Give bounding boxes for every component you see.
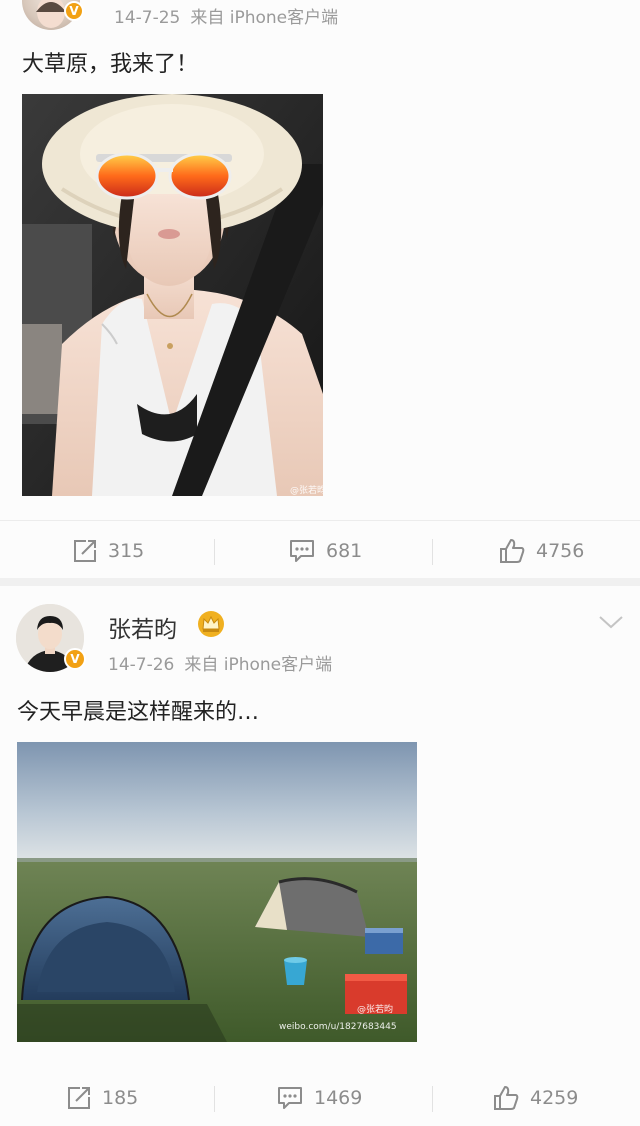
- comment-icon: [290, 540, 314, 562]
- comment-button[interactable]: 1469: [276, 1068, 362, 1126]
- image-watermark: @张若昀: [357, 1005, 394, 1015]
- divider: [214, 539, 215, 565]
- image-watermark: @张若昀: [290, 486, 323, 496]
- comment-count: 681: [326, 540, 363, 562]
- post-meta: 14-7-25 来自 iPhone客户端: [114, 3, 338, 28]
- thumbs-up-icon: [494, 1086, 519, 1110]
- verified-badge-icon: V: [64, 648, 86, 670]
- image-url-watermark: weibo.com/u/1827683445: [279, 1022, 397, 1032]
- comment-button[interactable]: 681: [288, 521, 362, 581]
- thumbs-up-icon: [500, 539, 525, 563]
- repost-button[interactable]: 185: [66, 1068, 138, 1126]
- divider: [214, 1086, 215, 1112]
- repost-button[interactable]: 315: [72, 521, 144, 581]
- chevron-down-icon[interactable]: [598, 614, 624, 630]
- post-card: V 14-7-25 来自 iPhone客户端 大草原，我来了！ @张若昀 315…: [0, 0, 640, 578]
- crown-icon[interactable]: [196, 609, 226, 639]
- post-actions-bar: 185 1469 4259: [0, 1068, 640, 1126]
- repost-icon: [74, 540, 96, 562]
- weibo-feed: V 14-7-25 来自 iPhone客户端 大草原，我来了！ @张若昀 315…: [0, 0, 640, 1126]
- repost-icon: [68, 1087, 90, 1109]
- post-source[interactable]: 来自 iPhone客户端: [184, 655, 332, 675]
- post-source[interactable]: 来自 iPhone客户端: [190, 8, 338, 28]
- repost-count: 315: [108, 540, 145, 562]
- username[interactable]: 张若昀: [108, 610, 177, 644]
- like-button[interactable]: 4756: [498, 521, 584, 581]
- like-count: 4756: [536, 540, 585, 562]
- repost-count: 185: [102, 1087, 139, 1109]
- comment-icon: [278, 1087, 302, 1109]
- like-button[interactable]: 4259: [492, 1068, 578, 1126]
- post-image[interactable]: @张若昀: [22, 94, 323, 496]
- divider: [432, 1086, 433, 1112]
- post-text: 今天早晨是这样醒来的…: [17, 700, 260, 725]
- comment-count: 1469: [314, 1087, 363, 1109]
- post-text: 大草原，我来了！: [22, 52, 199, 77]
- verified-badge-icon: V: [64, 1, 84, 21]
- post-image[interactable]: @张若昀 weibo.com/u/1827683445: [17, 742, 417, 1042]
- post-meta: 14-7-26 来自 iPhone客户端: [108, 650, 332, 675]
- divider: [432, 539, 433, 565]
- post-timestamp: 14-7-25: [114, 8, 181, 28]
- like-count: 4259: [530, 1087, 579, 1109]
- post-actions-bar: 315 681 4756: [0, 520, 640, 580]
- post-separator: [0, 578, 640, 586]
- post-timestamp: 14-7-26: [108, 655, 175, 675]
